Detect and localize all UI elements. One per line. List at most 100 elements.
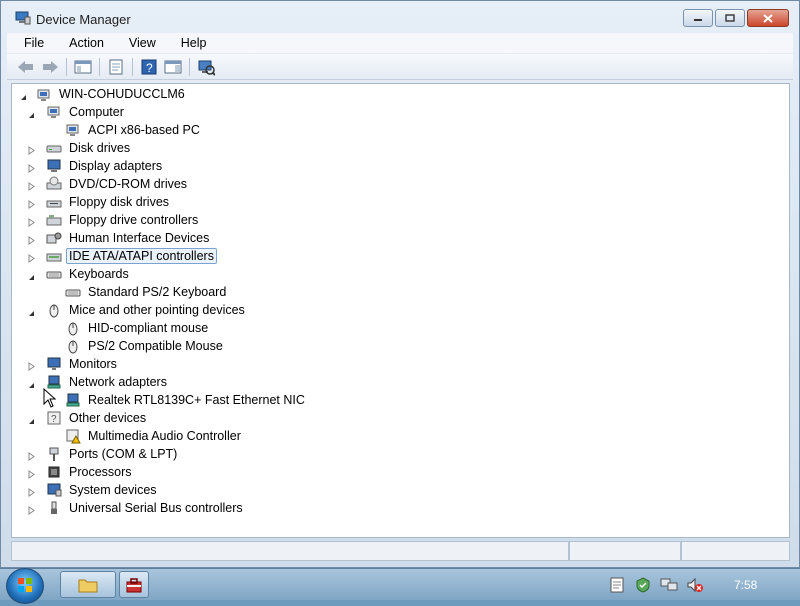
tree-category[interactable]: Mice and other pointing devices bbox=[20, 301, 248, 319]
tree-device[interactable]: Multimedia Audio Controller bbox=[20, 427, 244, 445]
menu-action[interactable]: Action bbox=[52, 36, 112, 50]
monitor-icon bbox=[46, 356, 62, 372]
tree-category[interactable]: Keyboards bbox=[20, 265, 132, 283]
tree-category[interactable]: IDE ATA/ATAPI controllers bbox=[20, 247, 217, 265]
collapsed-arrow-icon[interactable] bbox=[28, 450, 35, 461]
action-center-icon[interactable] bbox=[634, 576, 652, 594]
tree-root-label: WIN-COHUDUCCLM6 bbox=[59, 87, 185, 101]
toolbar-separator bbox=[66, 57, 67, 76]
expanded-arrow-icon[interactable] bbox=[28, 378, 35, 388]
collapsed-arrow-icon[interactable] bbox=[28, 360, 35, 371]
tree-category[interactable]: Processors bbox=[20, 463, 135, 481]
tree-category[interactable]: Floppy disk drives bbox=[20, 193, 172, 211]
collapsed-arrow-icon[interactable] bbox=[28, 504, 35, 515]
collapsed-arrow-icon[interactable] bbox=[28, 198, 35, 209]
collapsed-arrow-icon[interactable] bbox=[28, 216, 35, 227]
tree-root[interactable]: WIN-COHUDUCCLM6 bbox=[20, 85, 188, 103]
expanded-arrow-icon[interactable] bbox=[20, 90, 27, 100]
mouse-icon bbox=[46, 302, 62, 318]
tree-item-label: PS/2 Compatible Mouse bbox=[88, 339, 223, 353]
notification-icon[interactable] bbox=[608, 576, 626, 594]
system-tray: 7:58 bbox=[608, 571, 800, 599]
volume-muted-icon[interactable] bbox=[686, 576, 704, 594]
tree-item-label: Floppy disk drives bbox=[69, 195, 170, 209]
tree-device[interactable]: ACPI x86-based PC bbox=[20, 121, 203, 139]
back-button[interactable] bbox=[15, 56, 37, 78]
tree-category[interactable]: Universal Serial Bus controllers bbox=[20, 499, 246, 517]
menu-help[interactable]: Help bbox=[164, 36, 215, 50]
ide-controller-icon bbox=[46, 248, 62, 264]
window-title: Device Manager bbox=[36, 12, 131, 27]
tree-item-label: DVD/CD-ROM drives bbox=[69, 177, 188, 191]
toolbar-separator bbox=[99, 57, 100, 76]
maximize-button[interactable] bbox=[715, 9, 745, 27]
close-button[interactable] bbox=[747, 9, 789, 27]
expanded-arrow-icon[interactable] bbox=[28, 306, 35, 316]
tree-device[interactable]: Realtek RTL8139C+ Fast Ethernet NIC bbox=[20, 391, 308, 409]
expanded-arrow-icon[interactable] bbox=[28, 270, 35, 280]
collapsed-arrow-icon[interactable] bbox=[28, 252, 35, 263]
tree-item-label: Human Interface Devices bbox=[69, 231, 210, 245]
tree-device[interactable]: Standard PS/2 Keyboard bbox=[20, 283, 229, 301]
minimize-button[interactable] bbox=[683, 9, 713, 27]
collapsed-arrow-icon[interactable] bbox=[28, 180, 35, 191]
taskbar-explorer-button[interactable] bbox=[60, 571, 116, 598]
network-adapter-icon bbox=[65, 392, 81, 408]
tree-item-label: Network adapters bbox=[69, 375, 167, 389]
expanded-arrow-icon[interactable] bbox=[28, 414, 35, 424]
forward-button[interactable] bbox=[39, 56, 61, 78]
collapsed-arrow-icon[interactable] bbox=[28, 234, 35, 245]
tree-device[interactable]: HID-compliant mouse bbox=[20, 319, 211, 337]
collapsed-arrow-icon[interactable] bbox=[28, 144, 35, 155]
status-segment bbox=[681, 541, 790, 561]
status-segment bbox=[11, 541, 569, 561]
network-icon[interactable] bbox=[660, 576, 678, 594]
help-button[interactable]: ? bbox=[138, 56, 160, 78]
action-pane-button[interactable] bbox=[162, 56, 184, 78]
tree-category[interactable]: Disk drives bbox=[20, 139, 133, 157]
menu-bar: File Action View Help bbox=[7, 33, 793, 53]
tree-category[interactable]: Display adapters bbox=[20, 157, 165, 175]
scan-hardware-icon bbox=[198, 60, 215, 76]
tree-category[interactable]: DVD/CD-ROM drives bbox=[20, 175, 190, 193]
folder-icon bbox=[78, 579, 98, 592]
tree-item-label: Floppy drive controllers bbox=[69, 213, 199, 227]
hid-icon bbox=[46, 230, 62, 246]
toolbox-icon bbox=[126, 577, 142, 592]
display-adapter-icon bbox=[46, 158, 62, 174]
tree-category[interactable]: Computer bbox=[20, 103, 127, 121]
toolbar-separator bbox=[132, 57, 133, 76]
menu-file[interactable]: File bbox=[7, 36, 52, 50]
dvd-drive-icon bbox=[46, 176, 62, 192]
menu-view[interactable]: View bbox=[112, 36, 164, 50]
tree-category[interactable]: Ports (COM & LPT) bbox=[20, 445, 180, 463]
tree-category[interactable]: Floppy drive controllers bbox=[20, 211, 201, 229]
start-button[interactable] bbox=[6, 568, 44, 604]
collapsed-arrow-icon[interactable] bbox=[28, 468, 35, 479]
tree-category[interactable]: Monitors bbox=[20, 355, 120, 373]
properties-button[interactable] bbox=[105, 56, 127, 78]
clock[interactable]: 7:58 bbox=[734, 578, 757, 592]
tree-item-label: Monitors bbox=[69, 357, 117, 371]
toolbar-separator bbox=[189, 57, 190, 76]
show-hide-console-tree-button[interactable] bbox=[72, 56, 94, 78]
keyboard-icon bbox=[46, 266, 62, 282]
floppy-drive-icon bbox=[46, 194, 62, 210]
collapsed-arrow-icon[interactable] bbox=[28, 162, 35, 173]
svg-text:?: ? bbox=[146, 61, 153, 75]
tree-item-label: Standard PS/2 Keyboard bbox=[88, 285, 227, 299]
computer-icon bbox=[46, 104, 62, 120]
device-tree[interactable]: WIN-COHUDUCCLM6 Computer ACPI x86-based P… bbox=[11, 83, 790, 538]
scan-hardware-button[interactable] bbox=[195, 56, 217, 78]
status-bar bbox=[11, 541, 790, 563]
collapsed-arrow-icon[interactable] bbox=[28, 486, 35, 497]
expanded-arrow-icon[interactable] bbox=[28, 108, 35, 118]
tree-device[interactable]: PS/2 Compatible Mouse bbox=[20, 337, 226, 355]
disk-drive-icon bbox=[46, 140, 62, 156]
title-bar[interactable]: Device Manager bbox=[1, 1, 799, 33]
tree-category[interactable]: Human Interface Devices bbox=[20, 229, 212, 247]
tree-category[interactable]: ? Other devices bbox=[20, 409, 149, 427]
taskbar-device-manager-button[interactable] bbox=[119, 571, 149, 598]
system-device-icon bbox=[46, 482, 62, 498]
tree-category[interactable]: System devices bbox=[20, 481, 160, 499]
